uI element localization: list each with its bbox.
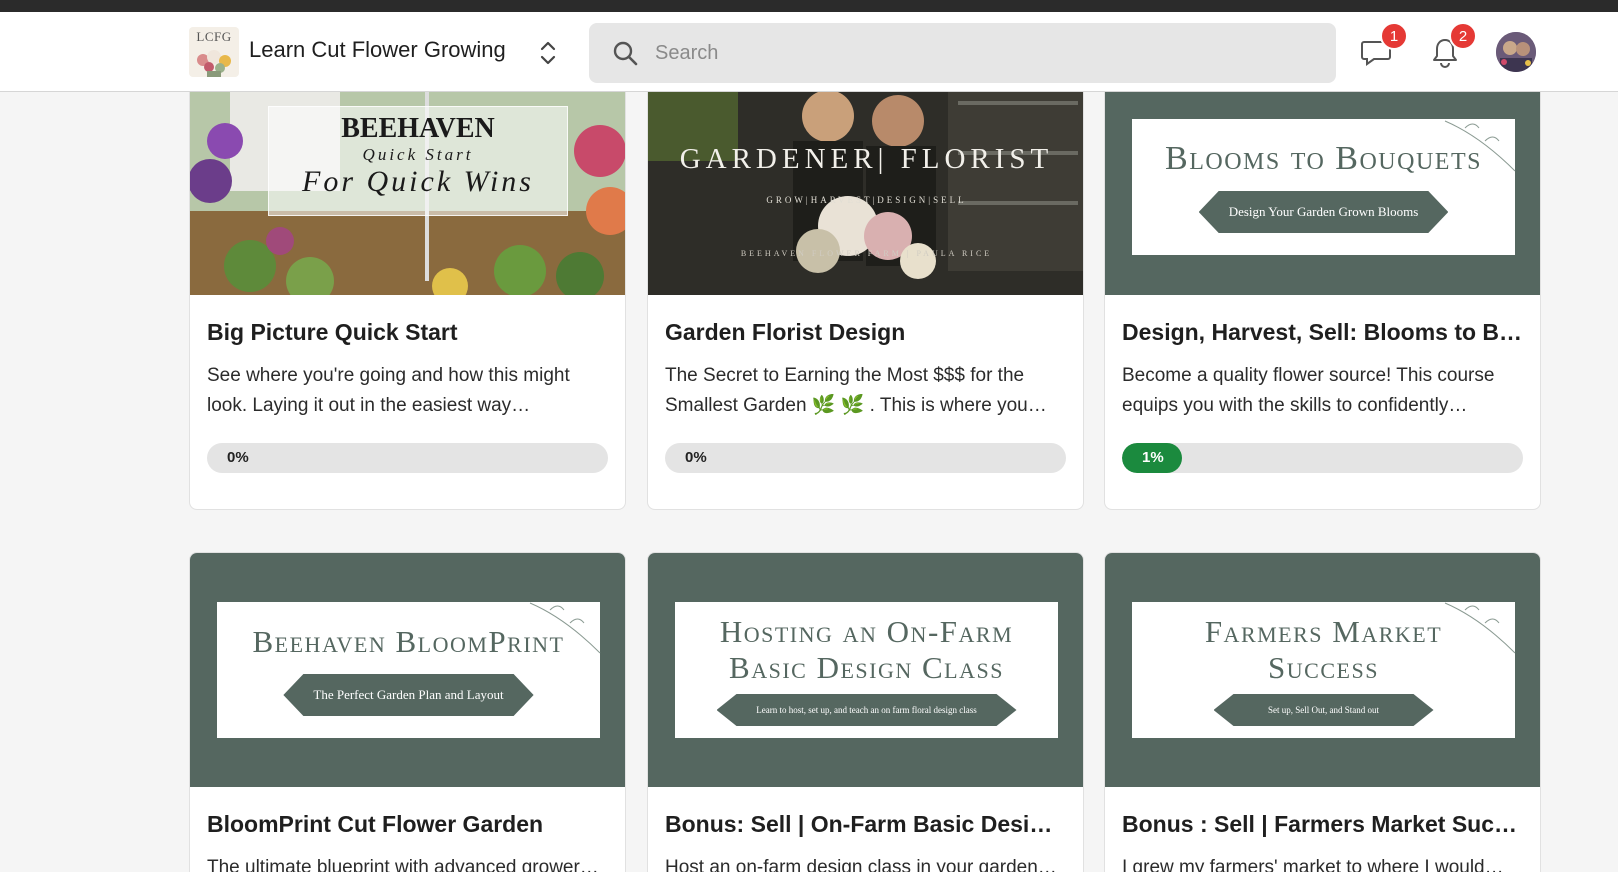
thumb-title-1: Farmers Market (1204, 614, 1443, 649)
course-card-big-picture[interactable]: BEEHAVEN Quick Start For Quick Wins Big … (189, 60, 626, 510)
course-title[interactable]: Big Picture Quick Start (207, 319, 608, 346)
user-avatar[interactable] (1496, 32, 1536, 72)
thumb-title: Blooms to Bouquets (1165, 140, 1482, 177)
community-logo[interactable]: LCFG (189, 27, 239, 77)
thumb-ribbon: The Perfect Garden Plan and Layout (283, 674, 533, 716)
community-switcher-button[interactable] (535, 38, 561, 68)
top-header: LCFG Learn Cut Flower Growing 1 (0, 12, 1618, 92)
course-title[interactable]: BloomPrint Cut Flower Garden (207, 811, 608, 838)
course-title[interactable]: Bonus: Sell | On-Farm Basic Design Class (665, 811, 1066, 838)
leaf-sprig-icon (1444, 120, 1516, 172)
course-description: I grew my farmers' market to where I wou… (1122, 857, 1504, 872)
course-title[interactable]: Garden Florist Design (665, 319, 1066, 346)
leaf-sprig-icon (529, 602, 601, 654)
thumb-line-1: BEEHAVEN (341, 113, 495, 144)
course-thumbnail: GARDENER| FLORIST GROW|HARVEST|DESIGN|SE… (648, 61, 1083, 295)
course-card-on-farm-design[interactable]: Hosting an On-Farm Basic Design Class Le… (647, 552, 1084, 872)
logo-flowers-icon (197, 50, 231, 77)
course-progress-bar: 1% (1122, 443, 1523, 473)
messages-badge: 1 (1380, 22, 1408, 50)
notifications-badge: 2 (1449, 22, 1477, 50)
florist-photo (648, 61, 1083, 295)
progress-label: 0% (685, 449, 707, 466)
search-icon (611, 39, 639, 67)
thumb-banner: Hosting an On-Farm Basic Design Class Le… (675, 602, 1058, 738)
search-input[interactable] (655, 33, 1336, 73)
course-card-garden-florist[interactable]: GARDENER| FLORIST GROW|HARVEST|DESIGN|SE… (647, 60, 1084, 510)
browser-top-strip (0, 0, 1618, 12)
community-name[interactable]: Learn Cut Flower Growing (249, 37, 506, 63)
course-thumbnail: BEEHAVEN Quick Start For Quick Wins (190, 61, 625, 295)
course-description: See where you're going and how this migh… (207, 365, 570, 416)
course-card-blooms-to-bouquets[interactable]: Blooms to Bouquets Design Your Garden Gr… (1104, 60, 1541, 510)
thumb-line-3: BEEHAVEN FLOWER FARM | PAULA RICE (740, 249, 993, 258)
thumb-title-2: Basic Design Class (729, 650, 1004, 685)
course-thumbnail: Hosting an On-Farm Basic Design Class Le… (648, 553, 1083, 787)
thumb-title-1: Hosting an On-Farm (719, 614, 1014, 649)
course-progress-bar: 0% (665, 443, 1066, 473)
thumb-title: Beehaven BloomPrint (252, 624, 565, 659)
course-description: Host an on-farm design class in your gar… (665, 857, 1057, 872)
course-thumbnail: Beehaven BloomPrint The Perfect Garden P… (190, 553, 625, 787)
progress-label: 1% (1142, 449, 1164, 466)
notifications-button[interactable]: 2 (1423, 22, 1477, 74)
thumb-line-1: GARDENER| FLORIST (679, 143, 1054, 175)
course-progress-bar: 0% (207, 443, 608, 473)
progress-label: 0% (227, 449, 249, 466)
thumb-ribbon: Set up, Sell Out, and Stand out (1214, 694, 1434, 726)
thumb-ribbon: Learn to host, set up, and teach an on f… (717, 694, 1017, 726)
course-card-bloomprint[interactable]: Beehaven BloomPrint The Perfect Garden P… (189, 552, 626, 872)
thumb-line-3: For Quick Wins (302, 165, 534, 198)
course-thumbnail: Farmers Market Success Set up, Sell Out,… (1105, 553, 1540, 787)
course-thumbnail: Blooms to Bouquets Design Your Garden Gr… (1105, 61, 1540, 295)
course-title[interactable]: Bonus : Sell | Farmers Market Success (1122, 811, 1523, 838)
avatar-image (1496, 32, 1536, 72)
thumb-line-2: GROW|HARVEST|DESIGN|SELL (766, 195, 967, 205)
messages-button[interactable]: 1 (1354, 22, 1408, 74)
thumb-ribbon: Design Your Garden Grown Blooms (1199, 191, 1449, 233)
course-card-farmers-market[interactable]: Farmers Market Success Set up, Sell Out,… (1104, 552, 1541, 872)
course-title[interactable]: Design, Harvest, Sell: Blooms to Bouquet… (1122, 319, 1523, 346)
thumb-title-2: Success (1268, 650, 1379, 685)
search-bar[interactable] (589, 23, 1336, 83)
course-description: Become a quality flower source! This cou… (1122, 365, 1495, 416)
leaf-sprig-icon (1444, 602, 1516, 654)
course-description: The Secret to Earning the Most $$$ for t… (665, 365, 1047, 416)
thumb-line-2: Quick Start (362, 145, 474, 164)
chevron-up-down-icon (540, 41, 556, 65)
course-description: The ultimate blueprint with advanced gro… (207, 857, 599, 872)
